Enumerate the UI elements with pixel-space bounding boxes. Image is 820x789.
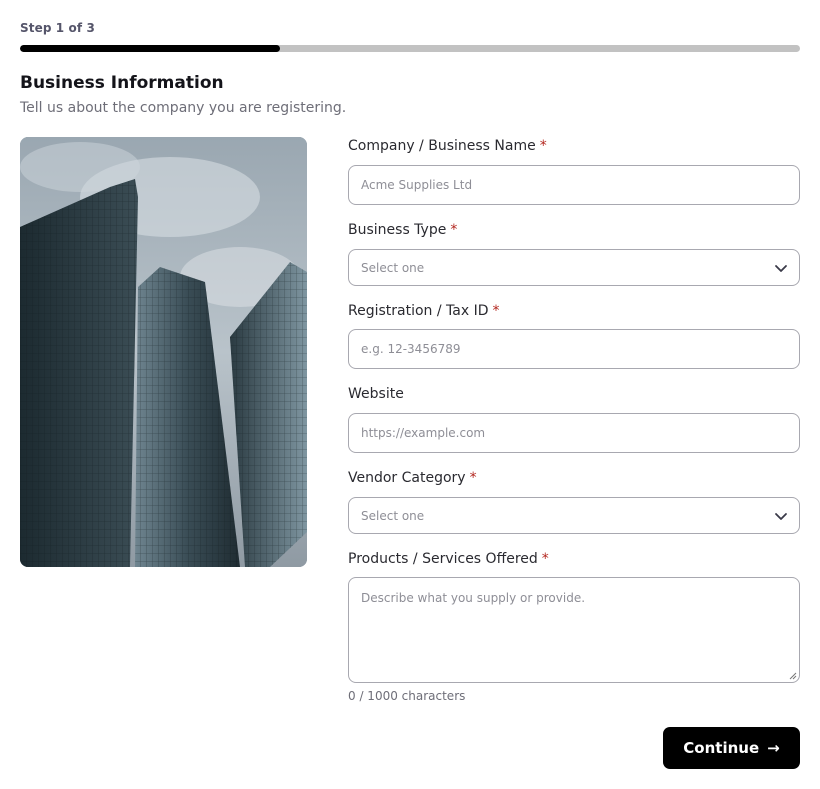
vendor-category-select[interactable]: Select one <box>348 497 800 534</box>
skyscrapers-image <box>20 137 307 567</box>
business-type-label: Business Type * <box>348 222 458 238</box>
chevron-down-icon <box>775 512 787 520</box>
required-marker: * <box>492 303 500 319</box>
vendor-category-label: Vendor Category * <box>348 470 477 486</box>
products-placeholder: Describe what you supply or provide. <box>361 591 586 605</box>
business-type-select[interactable]: Select one <box>348 249 800 286</box>
arrow-right-icon: → <box>767 739 780 757</box>
products-textarea[interactable]: Describe what you supply or provide. <box>348 577 800 683</box>
website-input[interactable]: https://example.com <box>348 413 800 453</box>
required-marker: * <box>450 222 458 238</box>
tax-id-input[interactable]: e.g. 12-3456789 <box>348 329 800 369</box>
business-image <box>20 137 307 567</box>
progress-bar <box>20 45 800 52</box>
tax-id-label: Registration / Tax ID * <box>348 303 500 319</box>
company-name-placeholder: Acme Supplies Ltd <box>361 178 473 192</box>
section-title: Business Information <box>20 73 224 93</box>
company-name-label: Company / Business Name * <box>348 138 547 154</box>
required-marker: * <box>539 138 547 154</box>
business-type-value: Select one <box>361 260 425 275</box>
website-placeholder: https://example.com <box>361 426 486 440</box>
products-label: Products / Services Offered * <box>348 551 549 567</box>
resize-grip-icon[interactable] <box>788 671 797 680</box>
tax-id-placeholder: e.g. 12-3456789 <box>361 342 461 356</box>
company-name-input[interactable]: Acme Supplies Ltd <box>348 165 800 205</box>
vendor-category-value: Select one <box>361 508 425 523</box>
progress-bar-fill <box>20 45 280 52</box>
section-subtitle: Tell us about the company you are regist… <box>20 100 347 116</box>
chevron-down-icon <box>775 264 787 272</box>
continue-button[interactable]: Continue → <box>663 727 800 769</box>
website-label: Website <box>348 386 404 402</box>
required-marker: * <box>469 470 477 486</box>
required-marker: * <box>541 551 549 567</box>
continue-label: Continue <box>683 739 760 757</box>
character-counter: 0 / 1000 characters <box>348 689 466 703</box>
step-indicator: Step 1 of 3 <box>20 21 95 35</box>
